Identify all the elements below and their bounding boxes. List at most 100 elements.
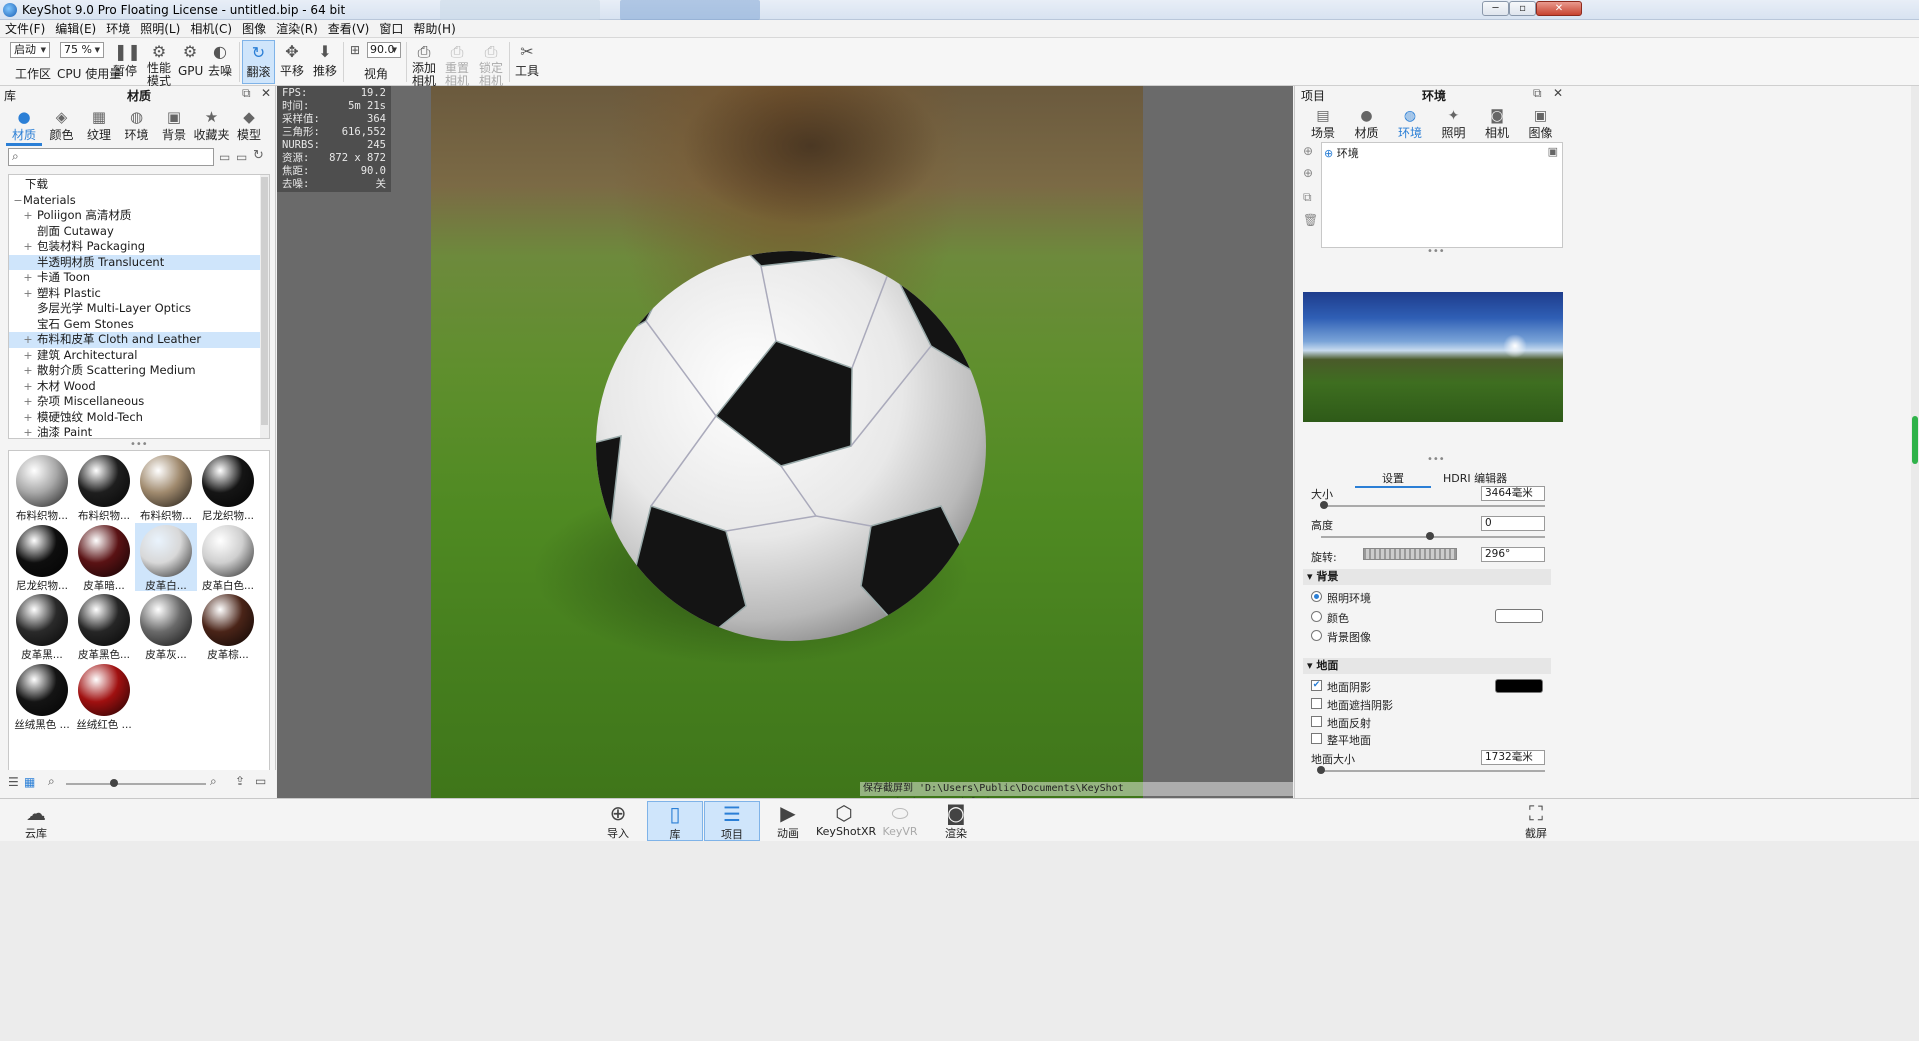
- ground-option-checkbox[interactable]: [1311, 733, 1322, 745]
- material-thumbnail[interactable]: 丝绒红色 ...: [73, 662, 135, 731]
- tree-item[interactable]: + 卡通 Toon: [9, 270, 261, 286]
- folder-add-icon[interactable]: ▭: [236, 150, 247, 164]
- tab-project-scene[interactable]: ▤ 场景: [1303, 108, 1343, 141]
- menu-render[interactable]: 渲染(R): [271, 20, 323, 37]
- hdri-preview[interactable]: [1303, 292, 1563, 422]
- material-thumbnail[interactable]: 皮革黑...: [11, 592, 73, 661]
- expand-icon[interactable]: +: [23, 410, 33, 425]
- menu-window[interactable]: 窗口: [374, 20, 408, 37]
- tree-item[interactable]: + 建筑 Architectural: [9, 348, 261, 364]
- background-section-header[interactable]: ▾ 背景: [1303, 569, 1551, 585]
- undock-icon[interactable]: ⧉: [242, 86, 251, 101]
- list-view-icon[interactable]: ☰: [8, 775, 19, 789]
- denoise-button[interactable]: ◐ 去噪: [206, 40, 234, 84]
- tumble-button[interactable]: ↻ 翻滚: [242, 40, 275, 84]
- expand-icon[interactable]: +: [23, 363, 33, 378]
- slider-knob[interactable]: [1317, 766, 1325, 774]
- grid-view-icon[interactable]: ▦: [24, 775, 35, 789]
- material-thumbnail[interactable]: 布料织物...: [73, 453, 135, 522]
- menu-environment[interactable]: 环境: [101, 20, 135, 37]
- ground-size-slider[interactable]: [1321, 770, 1545, 772]
- screenshot-button[interactable]: ⛶ 截屏: [1508, 801, 1564, 841]
- tab-background[interactable]: ▣ 背景: [156, 108, 192, 143]
- collapse-icon[interactable]: −: [13, 193, 23, 208]
- fov-input[interactable]: 90.0: [367, 42, 401, 58]
- close-panel-icon[interactable]: ✕: [1553, 86, 1563, 100]
- tree-item[interactable]: + 油漆 Paint: [9, 425, 261, 438]
- material-thumbnail[interactable]: 皮革白色...: [197, 523, 259, 592]
- menu-lighting[interactable]: 照明(L): [135, 20, 185, 37]
- lock-camera-button[interactable]: ⎙ 锁定 相机: [477, 40, 505, 88]
- tree-item[interactable]: + 模硬蚀纹 Mold-Tech: [9, 410, 261, 426]
- ground-option-checkbox[interactable]: [1311, 715, 1322, 727]
- tree-item[interactable]: 半透明材质 Translucent: [9, 254, 261, 270]
- ground-option-checkbox[interactable]: ✔: [1311, 680, 1322, 691]
- project-button[interactable]: ☰ 项目: [704, 801, 760, 841]
- material-thumbnail[interactable]: 皮革暗...: [73, 523, 135, 592]
- soccer-ball[interactable]: [431, 86, 1143, 798]
- performance-mode-button[interactable]: ⚙ 性能 模式: [144, 40, 174, 88]
- shadow-color-swatch[interactable]: [1495, 679, 1543, 693]
- tree-item[interactable]: 宝石 Gem Stones: [9, 317, 261, 333]
- import-folder-icon[interactable]: ▭: [255, 774, 266, 788]
- expand-icon[interactable]: +: [23, 425, 33, 438]
- animation-button[interactable]: ▶ 动画: [760, 801, 816, 841]
- tree-item[interactable]: + Poliigon 高清材质: [9, 208, 261, 224]
- material-thumbnail[interactable]: 皮革灰...: [135, 592, 197, 661]
- tab-texture[interactable]: ▦ 纹理: [81, 108, 117, 143]
- import-button[interactable]: ⊕ 导入: [590, 801, 646, 841]
- expand-icon[interactable]: +: [23, 239, 33, 254]
- tab-project-material[interactable]: ● 材质: [1347, 108, 1387, 141]
- menu-view[interactable]: 查看(V): [323, 20, 375, 37]
- close-panel-icon[interactable]: ✕: [261, 86, 271, 100]
- background-option-radio[interactable]: [1311, 630, 1322, 641]
- keyshotxr-button[interactable]: ⬡ KeyShotXR: [816, 801, 876, 841]
- tools-button[interactable]: ✂ 工具: [513, 40, 541, 84]
- tree-item[interactable]: + 包装材料 Packaging: [9, 239, 261, 255]
- cpu-usage-select[interactable]: 75 %: [60, 42, 104, 58]
- add-environment-icon[interactable]: ⊕: [1303, 144, 1317, 158]
- material-thumbnail[interactable]: 丝绒黑色 ...: [11, 662, 73, 731]
- rotation-dial[interactable]: [1363, 548, 1457, 560]
- expand-icon[interactable]: +: [23, 332, 33, 347]
- expand-icon[interactable]: +: [23, 379, 33, 394]
- expand-icon[interactable]: +: [23, 348, 33, 363]
- refresh-icon[interactable]: ↻: [253, 148, 264, 163]
- keyvr-button[interactable]: ⬭ KeyVR: [872, 801, 928, 841]
- scrollbar-thumb[interactable]: [261, 177, 268, 425]
- slider-knob[interactable]: [110, 779, 118, 787]
- reset-camera-button[interactable]: ⎙ 重置 相机: [443, 40, 471, 88]
- height-field[interactable]: 0: [1481, 516, 1545, 531]
- tab-model[interactable]: ◆ 模型: [231, 108, 267, 143]
- expand-icon[interactable]: +: [23, 270, 33, 285]
- folder-icon[interactable]: ▭: [219, 150, 230, 164]
- tab-color[interactable]: ◈ 颜色: [44, 108, 80, 143]
- slider-knob[interactable]: [1426, 532, 1434, 540]
- material-thumbnail[interactable]: 皮革黑色...: [73, 592, 135, 661]
- menu-camera[interactable]: 相机(C): [185, 20, 237, 37]
- material-thumbnail[interactable]: 布料织物...: [135, 453, 197, 522]
- pause-button[interactable]: ❚❚ 暂停: [112, 40, 141, 84]
- tab-project-image[interactable]: ▣ 图像: [1521, 108, 1561, 141]
- environment-list-item[interactable]: ⊕ 环境 ▣: [1324, 145, 1560, 160]
- expand-icon[interactable]: +: [23, 394, 33, 409]
- material-thumbnail[interactable]: 布料织物...: [11, 453, 73, 522]
- tree-scrollbar[interactable]: [260, 175, 269, 438]
- render-viewport[interactable]: 保存截屏到 'D:\Users\Public\Documents\KeyShot…: [277, 86, 1293, 808]
- background-option-radio[interactable]: [1311, 591, 1322, 602]
- tree-item[interactable]: + 塑料 Plastic: [9, 286, 261, 302]
- gpu-button[interactable]: ⚙ GPU: [178, 40, 203, 84]
- tab-settings[interactable]: 设置: [1355, 470, 1431, 488]
- tab-project-camera[interactable]: ◙ 相机: [1477, 108, 1517, 141]
- resize-handle[interactable]: •••: [130, 439, 148, 450]
- tree-item[interactable]: − Materials: [9, 193, 261, 209]
- rotation-field[interactable]: 296°: [1481, 547, 1545, 562]
- tab-hdri-editor[interactable]: HDRI 编辑器: [1443, 470, 1507, 486]
- library-search-input[interactable]: ⌕: [8, 148, 214, 166]
- resize-handle[interactable]: •••: [1427, 454, 1445, 465]
- workspace-select[interactable]: 启动: [10, 42, 50, 58]
- size-field[interactable]: 3464毫米: [1481, 486, 1545, 501]
- tree-item[interactable]: + 布料和皮革 Cloth and Leather: [9, 332, 261, 348]
- material-thumbnail[interactable]: 尼龙织物...: [197, 453, 259, 522]
- dolly-button[interactable]: ⬇ 推移: [311, 40, 339, 84]
